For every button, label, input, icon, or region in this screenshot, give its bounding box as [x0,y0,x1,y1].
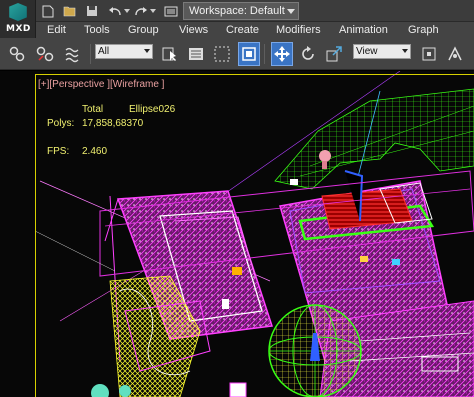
bind-to-space-warp-icon[interactable] [62,42,84,66]
viewport-menu-plus[interactable]: [+] [38,79,49,90]
menu-views[interactable]: Views [179,23,208,38]
stats-total-header: Total [82,104,104,115]
select-and-link-icon[interactable] [6,42,28,66]
use-pivot-center-icon[interactable] [418,42,440,66]
chevron-down-icon [144,49,150,53]
workspace-selector[interactable]: Workspace: Default [183,2,299,20]
menu-edit[interactable]: Edit [47,23,66,38]
undo-dropdown-icon[interactable] [123,3,131,19]
stats-polys-value: 17,858,68370 [82,118,144,129]
menu-modifiers[interactable]: Modifiers [276,23,321,38]
undo-icon[interactable] [108,3,122,19]
redo-icon[interactable] [134,3,148,19]
stats-polys-label: Polys: [47,118,75,129]
menu-tools[interactable]: Tools [84,23,110,38]
chevron-down-icon [402,49,408,53]
chevron-down-icon [287,9,295,14]
save-icon[interactable] [84,3,100,19]
select-by-name-icon[interactable] [185,42,207,66]
stats-object-header: Ellipse026 [129,104,176,115]
title-bar: Workspace: Default [0,0,474,22]
menu-animation[interactable]: Animation [339,23,388,38]
viewport-shading-label[interactable]: [Wireframe ] [110,79,164,90]
reference-coordinate-value: View [356,46,378,57]
main-toolbar: All View [0,38,474,70]
open-file-icon[interactable] [62,3,78,19]
selection-filter-value: All [98,46,110,57]
redo-dropdown-icon[interactable] [149,3,157,19]
app-logo-icon [9,3,27,21]
viewport-pov-label[interactable]: [Perspective ] [49,79,110,90]
select-object-icon[interactable] [159,42,181,66]
select-and-scale-icon[interactable] [323,42,345,66]
toolbar-separator [90,44,91,64]
window-crossing-icon[interactable] [238,42,260,66]
stats-fps-value: 2.460 [82,146,108,157]
menu-create[interactable]: Create [226,23,259,38]
new-file-icon[interactable] [40,3,56,19]
perspective-viewport[interactable]: [+][Perspective ][Wireframe ] Total Elli… [0,71,474,397]
viewport-label[interactable]: [+][Perspective ][Wireframe ] [38,79,164,90]
reference-coordinate-dropdown[interactable]: View [353,44,411,59]
selection-filter-dropdown[interactable]: All [95,44,153,59]
stats-fps-label: FPS: [47,146,70,157]
menu-bar: Edit Tools Group Views Create Modifiers … [36,22,474,51]
app-menu-button[interactable]: MXD [0,0,36,38]
select-and-rotate-icon[interactable] [297,42,319,66]
select-and-move-icon[interactable] [271,42,293,66]
workspace-label: Workspace: Default [189,5,285,17]
select-and-manipulate-icon[interactable] [444,42,466,66]
unlink-selection-icon[interactable] [34,42,56,66]
toolbar-separator [264,44,265,64]
project-folder-icon[interactable] [163,3,179,19]
rectangular-selection-region-icon[interactable] [211,42,233,66]
app-logo-text: MXD [6,24,31,34]
menu-group[interactable]: Group [128,23,159,38]
